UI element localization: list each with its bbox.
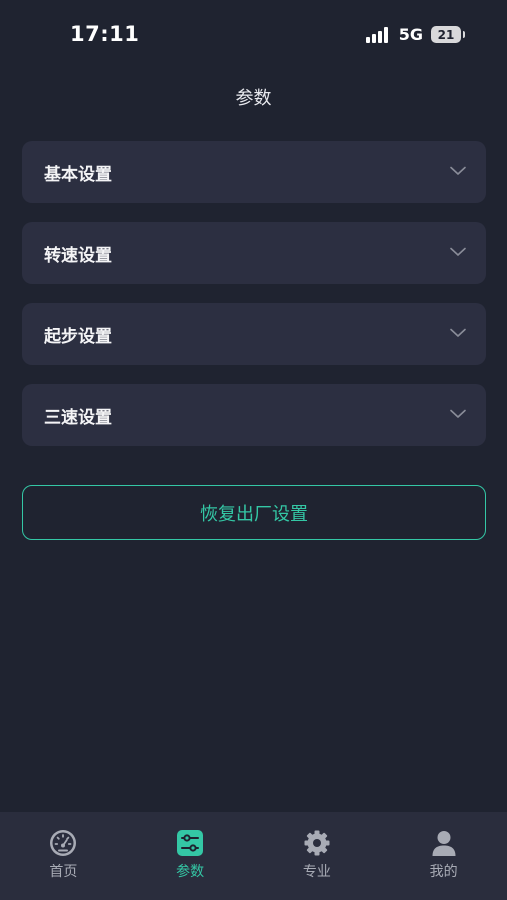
setting-label: 三速设置	[44, 407, 112, 428]
battery-icon: 21	[431, 26, 465, 43]
tab-label: 我的	[429, 864, 458, 880]
status-indicators: 5G 21	[365, 25, 465, 44]
tab-mine[interactable]: 我的	[380, 812, 507, 900]
tab-home[interactable]: 首页	[0, 812, 127, 900]
speedometer-icon	[50, 830, 77, 856]
setting-rpm[interactable]: 转速设置	[22, 222, 486, 284]
tab-bar: 首页 参数 专业 我的	[0, 812, 507, 900]
tab-params[interactable]: 参数	[127, 812, 254, 900]
setting-label: 基本设置	[44, 164, 112, 185]
tab-label: 参数	[176, 864, 205, 880]
settings-list: 基本设置 转速设置 起步设置 三速设置	[22, 141, 486, 465]
setting-label: 起步设置	[44, 326, 112, 347]
chevron-down-icon	[450, 247, 466, 256]
user-icon	[432, 831, 456, 856]
sliders-icon	[177, 830, 204, 856]
status-bar: 17:11 5G 21	[0, 0, 507, 70]
chevron-down-icon	[450, 409, 466, 418]
chevron-down-icon	[450, 166, 466, 175]
setting-label: 转速设置	[44, 245, 112, 266]
gear-icon	[304, 830, 330, 856]
signal-icon	[365, 26, 390, 43]
tab-pro[interactable]: 专业	[254, 812, 381, 900]
status-time: 17:11	[70, 22, 140, 46]
tab-label: 专业	[302, 864, 331, 880]
battery-level: 21	[437, 27, 455, 42]
network-type: 5G	[398, 25, 423, 44]
reset-factory-button[interactable]: 恢复出厂设置	[22, 485, 486, 540]
setting-start[interactable]: 起步设置	[22, 303, 486, 365]
setting-basic[interactable]: 基本设置	[22, 141, 486, 203]
screen: 17:11 5G 21 参数 基本设置 转速设置 起步设置 三速设置 恢复出厂设…	[0, 0, 507, 900]
tab-label: 首页	[49, 864, 78, 880]
setting-three-speed[interactable]: 三速设置	[22, 384, 486, 446]
chevron-down-icon	[450, 328, 466, 337]
page-title: 参数	[235, 88, 272, 109]
